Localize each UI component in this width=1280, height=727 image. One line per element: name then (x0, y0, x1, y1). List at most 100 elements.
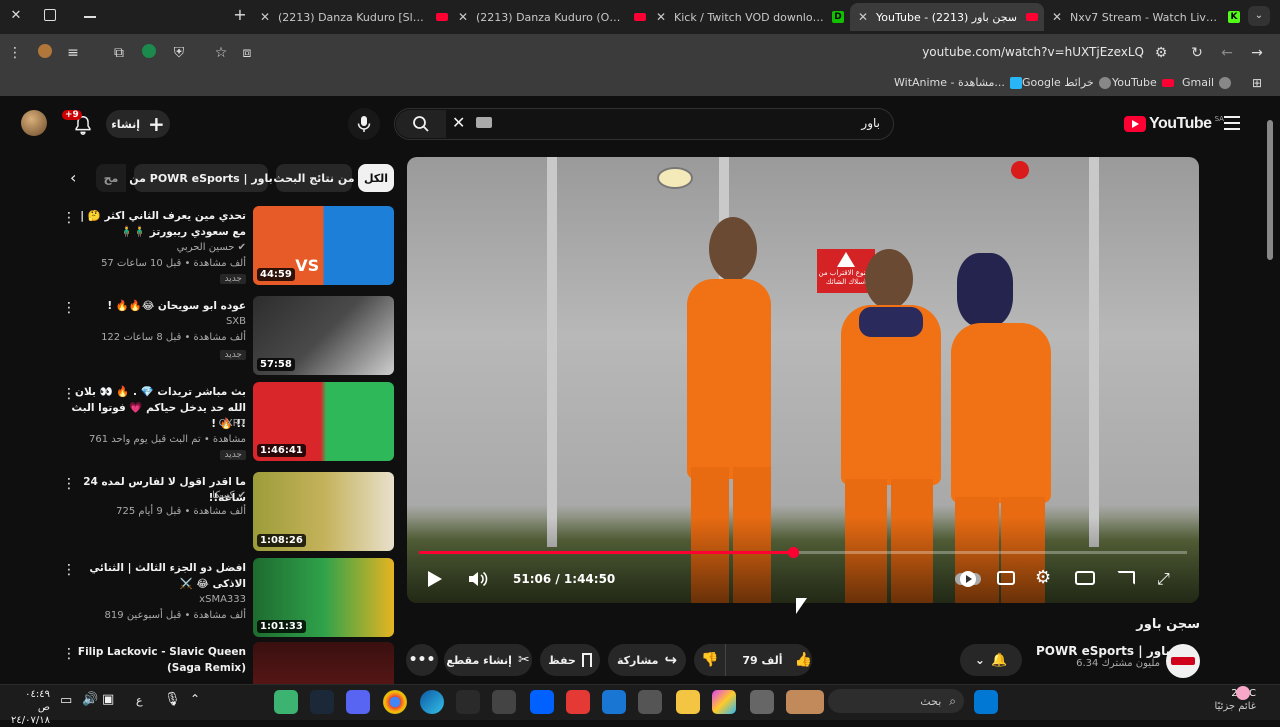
close-tab-icon[interactable]: ✕ (654, 10, 668, 24)
notifications-button[interactable]: +9 (62, 110, 94, 136)
discord-icon[interactable] (346, 690, 370, 714)
video-thumbnail[interactable]: VS 44:59 (253, 206, 394, 285)
list-item[interactable]: ⋮ افضل دو الجزء الثالث | الثنائي الاذكى … (62, 558, 396, 642)
widgets-icon[interactable] (786, 690, 824, 714)
chrome-icon[interactable] (383, 690, 407, 714)
subtitles-icon[interactable] (997, 571, 1015, 585)
cast-icon[interactable] (1117, 571, 1135, 585)
start-button[interactable] (974, 690, 998, 714)
video-title[interactable]: افضل دو الجزء الثالث | الثنائي الاذكى 😂 … (66, 560, 246, 592)
minimize-window-icon[interactable] (84, 16, 96, 18)
autoplay-toggle[interactable] (955, 571, 981, 587)
video-thumbnail[interactable] (253, 642, 394, 684)
chip-from-search[interactable]: من نتائج البحث (273, 164, 355, 192)
scrollbar-thumb[interactable] (1267, 120, 1273, 260)
video-title[interactable]: عوده ابو سويحان 😂🔥🔥 ! (66, 298, 246, 314)
chip-all[interactable]: الكل (358, 164, 394, 192)
clock[interactable]: ٠٤:٤٩ ص ٢٤/٠٧/١٨ (10, 688, 50, 727)
forward-icon[interactable]: → (1248, 44, 1266, 62)
tab-kick-downloader[interactable]: ✕ Kick / Twitch VOD downloader D (654, 3, 844, 31)
file-explorer-icon[interactable] (676, 690, 700, 714)
store-icon[interactable] (638, 690, 662, 714)
edge-icon[interactable] (420, 690, 444, 714)
restore-window-icon[interactable] (44, 9, 56, 21)
video-title[interactable]: Filip Lackovic - Slavic Queen (Saga Remi… (66, 644, 246, 676)
channel-name[interactable]: حسين الحربي ✔ (177, 242, 246, 253)
tab-search-chevron-icon[interactable]: ⌄ (1248, 6, 1270, 26)
video-thumbnail[interactable]: 1:46:41 (253, 382, 394, 461)
extension-icon-1[interactable] (36, 44, 54, 62)
weather-icon[interactable] (1236, 686, 1250, 700)
volume-tray-icon[interactable]: 🔊 (82, 692, 98, 707)
create-button[interactable]: إنشاء + (106, 110, 170, 138)
apps-grid-icon[interactable]: ⊞ (1252, 76, 1262, 90)
dislike-button[interactable]: 👎 (694, 644, 727, 676)
channel-name[interactable]: xSMA333 (199, 594, 246, 605)
mail-icon[interactable] (602, 690, 626, 714)
list-item[interactable]: ⋮ ما اقدر اقول لا لفارس لمده 24 ساعة!! ك… (62, 472, 396, 556)
channel-avatar[interactable] (1166, 644, 1200, 678)
avatar[interactable] (21, 110, 47, 136)
list-item[interactable]: ⋮ بث مباشر تريدات 💎 . 🔥 👀 بلان الله حد ي… (62, 382, 396, 466)
tray-overflow-icon[interactable]: ⌃ (190, 692, 200, 706)
video-thumbnail[interactable]: 1:08:26 (253, 472, 394, 551)
close-tab-icon[interactable]: ✕ (856, 10, 870, 24)
list-item[interactable]: ⋮ عوده ابو سويحان 😂🔥🔥 ! SXB 122 ألف مشاه… (62, 296, 396, 380)
progress-bar[interactable] (419, 547, 1187, 558)
app-icon-1[interactable] (274, 690, 298, 714)
tab-danza-slowed[interactable]: ✕ (2213) Danza Kuduro [Slowed+ (258, 3, 448, 31)
tab-kick-stream[interactable]: ✕ Nxv7 Stream - Watch Live on Ki K (1050, 3, 1240, 31)
url-text[interactable]: youtube.com/watch?v=hUXTjEzexLQ (800, 45, 1144, 59)
task-view-icon[interactable] (750, 690, 774, 714)
theater-mode-icon[interactable] (1075, 571, 1095, 585)
clip-button[interactable]: إنشاء مقطع ✂ (444, 644, 532, 676)
bookmark-youtube[interactable]: YouTube (1112, 76, 1174, 89)
video-title[interactable]: تحدي مين يعرف الثاني اكثر 🤔 | مع سعودي ر… (66, 208, 246, 240)
subscription-button[interactable]: ⌄ 🔔 (960, 644, 1022, 676)
channel-name[interactable]: كسكا ✔ (212, 490, 246, 501)
video-thumbnail[interactable]: 57:58 (253, 296, 394, 375)
mute-button[interactable] (465, 567, 489, 591)
taskbar-search[interactable]: بحث ⌕ (828, 689, 964, 713)
bookmark-google-maps[interactable]: Google خرائط (1022, 76, 1111, 89)
language-indicator[interactable]: ع (136, 694, 143, 707)
keyboard-icon[interactable] (476, 117, 492, 128)
fullscreen-icon[interactable]: ⤢ (1157, 569, 1170, 589)
list-item[interactable]: ⋮ Filip Lackovic - Slavic Queen (Saga Re… (62, 642, 396, 684)
channel-name[interactable]: POWR eSports | باور (1036, 644, 1170, 658)
share-button[interactable]: مشاركة ↪ (608, 644, 686, 676)
dropbox-icon[interactable] (530, 690, 554, 714)
close-tab-icon[interactable]: ✕ (1050, 10, 1064, 24)
app-icon-3[interactable] (566, 690, 590, 714)
more-actions-button[interactable]: ••• (406, 644, 438, 676)
copilot-icon[interactable] (712, 690, 736, 714)
close-tab-icon[interactable]: ✕ (258, 10, 272, 24)
tab-youtube-active[interactable]: ✕ YouTube - (2213) سجن باور (850, 3, 1044, 31)
settings-icon[interactable]: ⚙ (1035, 567, 1051, 588)
video-player[interactable]: ممنوع الاقتراب من اسلاك الشائك 51:06 / 1… (407, 157, 1199, 603)
microphone-tray-icon[interactable]: 🎙 (164, 692, 181, 707)
close-window-icon[interactable]: ✕ (8, 8, 24, 24)
network-icon[interactable]: ▭ (60, 693, 72, 708)
video-thumbnail[interactable]: 1:01:33 (253, 558, 394, 637)
channel-name[interactable]: OXR7 (219, 418, 246, 429)
reload-icon[interactable]: ↻ (1188, 44, 1206, 62)
close-tab-icon[interactable]: ✕ (456, 10, 470, 24)
play-button[interactable] (425, 569, 445, 589)
bookmark-witanime[interactable]: WitAnime - مشاهدة... (894, 76, 1022, 89)
like-button[interactable]: 👍 (795, 652, 812, 668)
new-tab-icon[interactable]: + (232, 7, 248, 23)
steam-icon[interactable] (310, 690, 334, 714)
epic-games-icon[interactable] (456, 690, 480, 714)
list-item[interactable]: ⋮ تحدي مين يعرف الثاني اكثر 🤔 | مع سعودي… (62, 206, 396, 290)
youtube-logo[interactable]: YouTube SA (1124, 112, 1224, 136)
shield-icon[interactable]: ⛨ (170, 44, 188, 62)
search-input[interactable]: باور (700, 116, 880, 130)
voice-search-button[interactable] (348, 108, 380, 140)
save-button[interactable]: حفظ (540, 644, 600, 676)
chip-from-channel[interactable]: من POWR eSports | باور (129, 164, 273, 192)
back-icon[interactable]: ← (1218, 44, 1236, 62)
guide-menu-button[interactable] (1224, 116, 1240, 130)
tab-danza-official[interactable]: ✕ (2213) Danza Kuduro (Official I (456, 3, 646, 31)
media-controls-icon[interactable]: ≡ (64, 44, 82, 62)
